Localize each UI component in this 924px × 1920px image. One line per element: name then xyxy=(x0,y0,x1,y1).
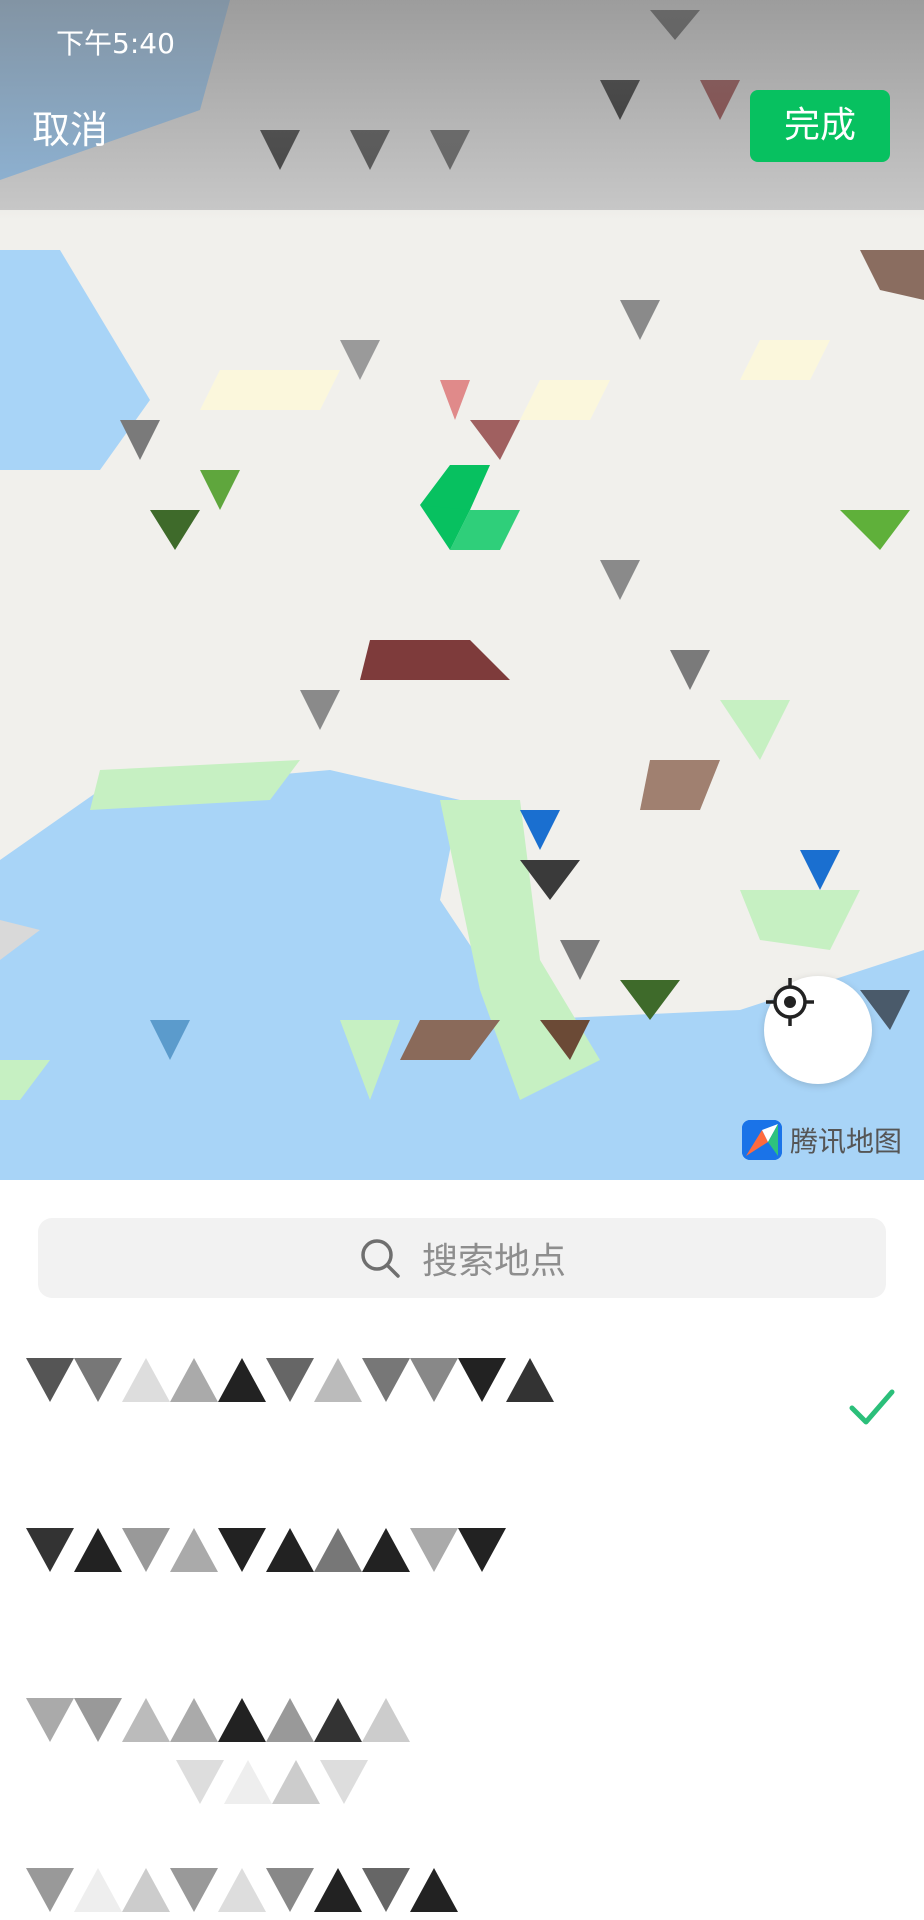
map-provider-logo: 腾讯地图 xyxy=(742,1118,902,1162)
status-bar-time: 下午5:40 xyxy=(56,27,175,60)
location-item[interactable] xyxy=(0,1840,924,1920)
map-view[interactable]: 下午5:40 取消 完成 腾讯地图 xyxy=(0,0,924,1180)
search-input[interactable]: 搜索地点 xyxy=(38,1218,886,1298)
search-icon xyxy=(361,1239,400,1278)
location-name-redacted xyxy=(26,1698,410,1746)
location-item[interactable] xyxy=(0,1330,924,1500)
location-name-redacted xyxy=(26,1358,554,1406)
selected-check-icon xyxy=(849,1389,895,1425)
crosshair-icon xyxy=(766,978,814,1026)
search-placeholder: 搜索地点 xyxy=(421,1241,566,1282)
tencent-map-logo-icon xyxy=(742,1120,782,1160)
location-item[interactable] xyxy=(0,1670,924,1840)
location-name-redacted xyxy=(26,1868,458,1916)
location-address-redacted xyxy=(26,1760,368,1804)
location-picker-screen: 下午5:40 取消 完成 腾讯地图 搜索地点 xyxy=(0,0,924,1920)
nearby-location-list xyxy=(0,1330,924,1920)
map-provider-label: 腾讯地图 xyxy=(790,1125,903,1158)
location-item[interactable] xyxy=(0,1500,924,1670)
locate-me-button[interactable] xyxy=(764,976,872,1084)
location-name-redacted xyxy=(26,1528,506,1576)
cancel-button[interactable]: 取消 xyxy=(32,100,108,160)
done-button[interactable]: 完成 xyxy=(750,90,890,162)
location-panel: 搜索地点 xyxy=(0,1180,924,1920)
